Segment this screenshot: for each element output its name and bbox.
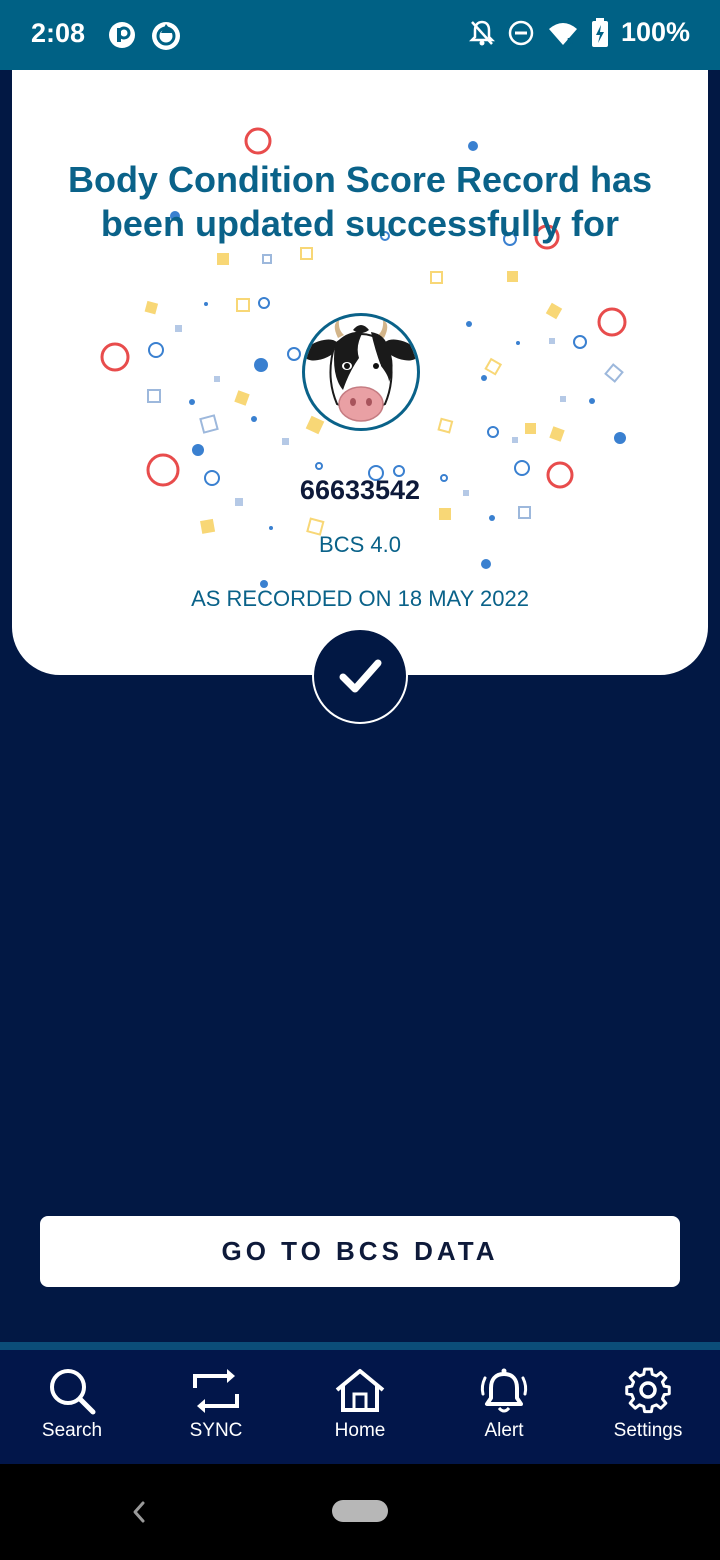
cow-avatar <box>302 313 420 431</box>
status-time: 2:08 <box>31 18 86 48</box>
nav-label-search: Search <box>41 1420 103 1441</box>
recorded-date: AS RECORDED ON 18 MAY 2022 <box>191 586 529 611</box>
nav-item-home[interactable]: Home <box>288 1350 432 1472</box>
bcs-value: BCS 4.0 <box>319 532 401 557</box>
bottom-nav: Search SYNC Home Alert Settings <box>0 1342 720 1472</box>
status-right-cluster: 5 100% <box>468 17 690 48</box>
battery-charging-icon <box>591 17 608 47</box>
nav-item-search[interactable]: Search <box>0 1350 144 1472</box>
success-check-badge <box>312 628 408 724</box>
app-ring-icon <box>152 22 180 50</box>
success-title: Body Condition Score Record has been upd… <box>67 159 653 244</box>
home-icon <box>335 1369 385 1412</box>
nav-label-alert: Alert <box>484 1420 524 1441</box>
cow-face-icon <box>305 320 417 422</box>
nav-item-alert[interactable]: Alert <box>432 1350 576 1472</box>
sync-icon <box>193 1369 239 1413</box>
app-p-icon <box>109 22 135 48</box>
svg-text:5: 5 <box>567 37 573 47</box>
home-gesture-pill[interactable] <box>332 1500 388 1522</box>
nav-label-home: Home <box>334 1420 386 1441</box>
gear-icon <box>625 1367 671 1414</box>
nav-label-sync: SYNC <box>189 1420 243 1441</box>
status-bar: 2:08 5 100% <box>0 0 720 70</box>
notifications-off-icon <box>468 20 495 45</box>
nav-item-sync[interactable]: SYNC <box>144 1350 288 1472</box>
animal-id: 66633542 <box>299 475 421 505</box>
search-icon <box>50 1369 96 1415</box>
nav-item-settings[interactable]: Settings <box>576 1350 720 1472</box>
back-icon[interactable] <box>128 1497 148 1527</box>
bell-icon <box>480 1368 528 1413</box>
do-not-disturb-icon <box>508 20 534 45</box>
wifi-icon: 5 <box>548 22 577 47</box>
success-card: Body Condition Score Record has been upd… <box>12 70 708 675</box>
go-to-bcs-data-button[interactable]: GO TO BCS DATA <box>40 1216 680 1287</box>
checkmark-icon <box>339 659 382 693</box>
battery-percentage: 100% <box>620 17 690 47</box>
nav-label-settings: Settings <box>613 1420 683 1441</box>
